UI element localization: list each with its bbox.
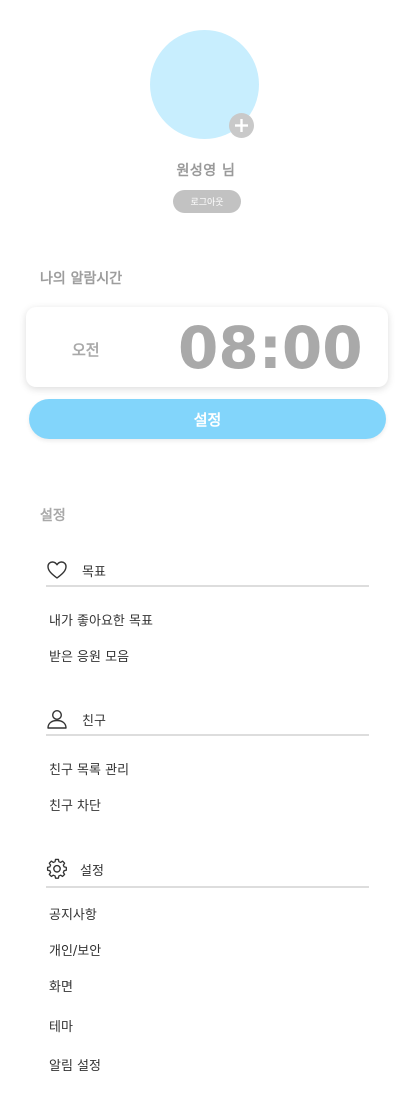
alarm-set-button[interactable]: 설정 [29,399,386,439]
user-name: 원성영 님 [176,163,236,179]
logout-button[interactable]: 로그아웃 [173,190,241,213]
section-header-friends: 친구 [46,704,369,736]
plus-icon [235,119,248,132]
add-photo-button[interactable] [229,113,254,138]
section-header-goals: 목표 [46,555,369,587]
section-label-goals: 목표 [82,564,106,580]
gear-icon [46,858,68,880]
alarm-time[interactable]: 08:00 [178,313,363,383]
user-icon [46,708,68,730]
menu-item-friend-block[interactable]: 친구 차단 [49,795,101,814]
menu-item-notice[interactable]: 공지사항 [49,904,97,923]
menu-item-liked-goals[interactable]: 내가 좋아요한 목표 [49,610,153,629]
settings-section-title: 설정 [40,508,66,524]
heart-icon [46,559,68,581]
menu-item-privacy-security[interactable]: 개인/보안 [49,940,101,959]
section-label-friends: 친구 [82,713,106,729]
menu-item-theme[interactable]: 테마 [49,1016,73,1035]
menu-item-received-cheers[interactable]: 받은 응원 모음 [49,646,129,665]
menu-item-display[interactable]: 화면 [49,976,73,995]
menu-item-notification-settings[interactable]: 알림 설정 [49,1055,101,1074]
section-header-settings: 설정 [46,852,369,888]
section-label-settings: 설정 [80,863,104,879]
menu-item-friend-list[interactable]: 친구 목록 관리 [49,759,129,778]
alarm-ampm: 오전 [72,341,100,359]
alarm-section-title: 나의 알람시간 [40,271,123,287]
